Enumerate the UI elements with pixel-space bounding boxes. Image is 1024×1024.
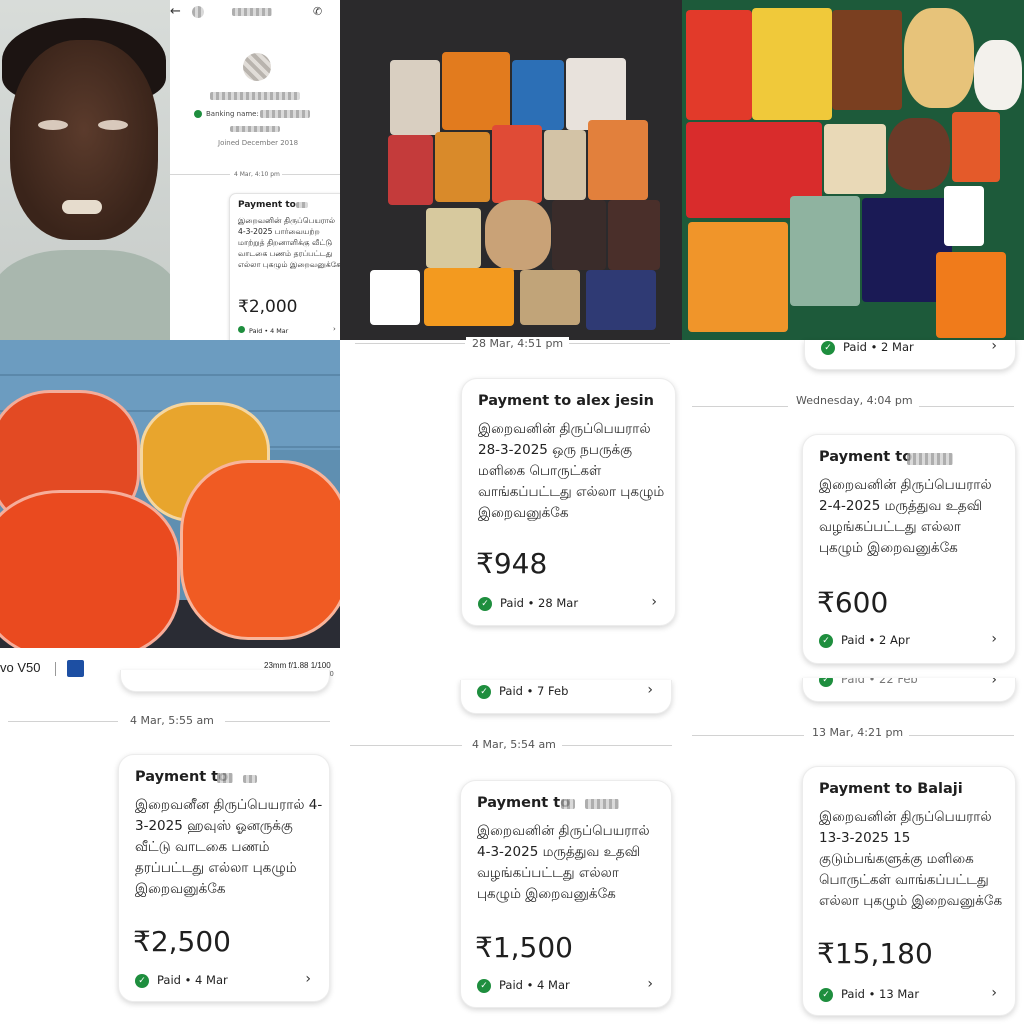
date-separator: 28 Mar, 4:51 pm [466,337,570,350]
payment-note: இறைவனின் திருப்பெயரால் 13-3-2025 15 குடு… [819,809,1003,909]
avatar [243,53,271,81]
banking-name-label: Banking name: [206,110,259,118]
payment-status: ✓ Paid • 4 Mar [135,973,228,988]
date-separator: 4 Mar, 5:55 am [124,714,220,727]
divider [918,406,1014,407]
payment-card-alex[interactable]: Payment to alex jesin இறைவனின் திருப்பெய… [461,378,676,626]
payment-amount: ₹1,500 [475,931,573,964]
payment-note: இறைவனின் திருப்பெயரால் 4-3-2025 மருத்துவ… [477,823,650,902]
payment-note: இறைவனின் திருப்பெயரால் 2-4-2025 மருத்துவ… [819,477,992,556]
payment-title: Payment to [135,769,229,785]
banking-name-redacted [260,110,310,118]
payment-amount: ₹2,000 [238,297,298,317]
payment-title: Payment to [477,795,571,811]
chevron-right-icon[interactable]: › [647,682,653,698]
check-circle-icon: ✓ [819,987,833,1002]
divider [55,662,56,676]
chevron-right-icon[interactable]: › [991,985,997,1001]
payment-title: Payment to [238,200,296,210]
payee-redacted [243,775,257,783]
payment-title: Payment to [819,449,913,465]
divider [170,174,230,175]
payment-status: ✓ Paid • 4 Mar [477,978,570,993]
groceries-photo-2 [682,0,1024,340]
previous-payment-stub[interactable]: ✓ Paid • 7 Feb › [460,680,672,714]
payment-note: இறைவனின் திருப்பெயரால் 28-3-2025 ஒரு நபர… [478,421,665,521]
payment-amount: ₹2,500 [133,925,231,958]
divider [350,745,462,746]
chevron-right-icon[interactable]: › [333,325,336,333]
check-circle-icon: ✓ [135,973,149,988]
divider [692,735,804,736]
payment-status: ✓ Paid • 22 Feb [819,678,918,687]
payment-card[interactable]: Payment to இறைவனின் திருப்பெயரால் 4-3-20… [229,193,340,340]
payment-card-balaji[interactable]: Payment to Balaji இறைவனின் திருப்பெயரால்… [802,766,1016,1016]
chevron-right-icon[interactable]: › [991,338,997,354]
payment-note: இறைவனீன திருப்பெயரால் 4-3-2025 ஹவுஸ் ஓனர… [135,797,323,897]
payment-status: ✓ Paid • 28 Mar [478,596,578,611]
payment-card-2-apr[interactable]: Payment to இறைவனின் திருப்பெயரால் 2-4-20… [802,434,1016,664]
date-separator: Wednesday, 4:04 pm [790,394,919,407]
contact-avatar-small [192,6,204,18]
check-circle-icon: ✓ [477,684,491,699]
payment-amount: ₹600 [817,586,889,619]
chevron-right-icon[interactable]: › [651,594,657,610]
contact-name-redacted [232,8,272,16]
check-circle-icon: ✓ [819,633,833,648]
check-circle-icon: ✓ [478,596,492,611]
payment-note: இறைவனின் திருப்பெயரால் 4-3-2025 பார்வையற… [238,216,340,269]
contact-name-redacted [210,92,300,100]
divider [902,735,1014,736]
date-separator: 13 Mar, 4:21 pm [806,726,910,739]
check-circle-icon: ✓ [819,678,833,687]
check-circle-icon: ✓ [477,978,491,993]
previous-payment-stub[interactable]: ✓ Paid • 22 Feb › [802,678,1016,702]
payee-redacted [585,799,619,809]
camera-settings: 23mm f/1.88 1/100 [264,661,331,670]
payment-title: Payment to alex jesin [478,393,654,409]
divider [8,721,118,722]
check-circle-icon: ✓ [821,340,835,355]
upi-id-redacted [230,126,280,132]
payee-redacted [561,799,575,809]
chevron-right-icon[interactable]: › [647,976,653,992]
joined-date: Joined December 2018 [218,139,299,147]
back-arrow-icon[interactable]: ← [170,4,181,19]
groceries-photo-1 [340,0,682,340]
payment-status: Paid • 4 Mar [238,326,288,335]
payment-title: Payment to Balaji [819,781,963,797]
payment-amount: ₹948 [476,547,548,580]
chevron-right-icon[interactable]: › [991,678,997,688]
date-separator: 4 Mar, 5:54 am [466,738,562,751]
payment-amount: ₹15,180 [817,937,933,970]
chevron-right-icon[interactable]: › [991,631,997,647]
chat-screenshot: ← ✆ Banking name: Joined December 2018 4… [170,0,340,340]
chevron-right-icon[interactable]: › [305,971,311,987]
payment-status: ✓ Paid • 7 Feb [477,684,568,699]
person-photo [0,0,170,340]
payment-card-house-rent[interactable]: Payment to இறைவனீன திருப்பெயரால் 4-3-202… [118,754,330,1002]
divider [282,174,340,175]
payee-redacted [217,773,233,783]
payment-status: ✓ Paid • 13 Mar [819,987,919,1002]
date-separator: 4 Mar, 4:10 pm [234,171,280,178]
divider [560,745,672,746]
divider [355,343,465,344]
grocery-bags-photo [0,340,340,648]
zeiss-logo-icon [67,660,84,677]
check-circle-icon [238,326,245,333]
shield-check-icon [194,110,202,118]
payee-redacted [296,202,308,208]
payment-status: ✓ Paid • 2 Mar [821,340,914,355]
previous-payment-stub[interactable] [120,670,330,692]
divider [225,721,330,722]
divider [692,406,788,407]
payment-card-medical[interactable]: Payment to இறைவனின் திருப்பெயரால் 4-3-20… [460,780,672,1008]
divider [560,343,670,344]
phone-icon[interactable]: ✆ [313,5,322,18]
payee-redacted [907,453,953,465]
camera-brand: vo V50 [0,660,41,675]
payment-status: ✓ Paid • 2 Apr [819,633,910,648]
previous-payment-stub[interactable]: ✓ Paid • 2 Mar › [804,338,1016,370]
